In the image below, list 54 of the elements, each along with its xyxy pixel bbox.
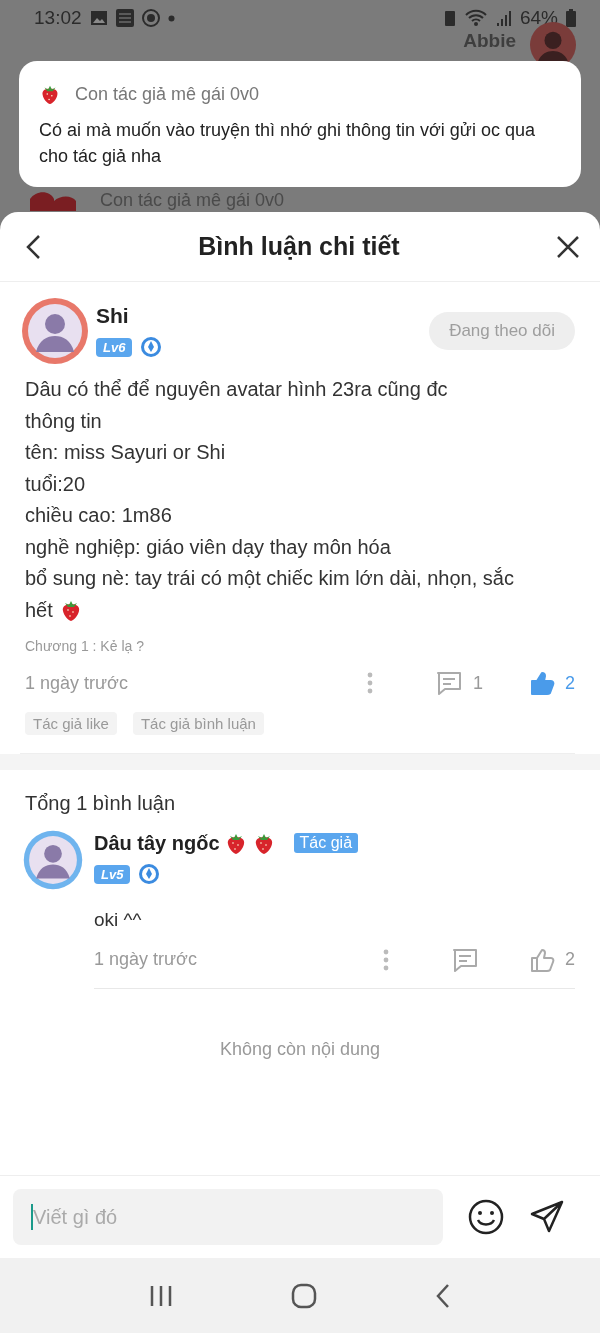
- follow-button[interactable]: Đang theo dõi: [429, 312, 575, 350]
- send-icon[interactable]: [529, 1199, 565, 1235]
- comment-text: bổ sung nè: tay trái có một chiếc kim lớn dài, nhọn, sắc: [25, 567, 514, 591]
- level-badge: Lv5: [94, 864, 131, 884]
- battery-icon: [566, 9, 576, 27]
- aperture-icon: [141, 9, 160, 27]
- close-icon[interactable]: [556, 234, 580, 259]
- author-badge: Tác giả: [293, 833, 359, 853]
- notification-message: Có ai mà muốn vào truyện thì nhớ ghi thông tin với gửi oc qua cho tác giả nha: [39, 119, 536, 168]
- battery-percent: 64%: [519, 7, 558, 29]
- comment-text: thông tin: [25, 409, 102, 433]
- timestamp: 1 ngày trước: [25, 672, 128, 694]
- gallery-icon: [89, 10, 108, 26]
- level-badge: Lv6: [96, 337, 133, 357]
- wifi-icon: [463, 9, 488, 27]
- avatar-icon: [22, 829, 84, 891]
- chapter-label: Chương 1 : Kẻ lạ ?: [25, 638, 145, 654]
- battery-saver-icon: [443, 9, 456, 27]
- comment-input[interactable]: Viết gì đó: [13, 1189, 443, 1245]
- tag: Tác giả bình luận: [132, 712, 264, 735]
- end-message: Không còn nội dung: [219, 1039, 381, 1061]
- notification-title: Con tác giả mê gái 0v0: [75, 83, 260, 105]
- user-name: Shi: [96, 304, 130, 328]
- user-name: Dâu tây ngốc: [94, 831, 220, 855]
- pen-badge-icon: [140, 336, 163, 358]
- comment-text: tuổi:20: [25, 472, 86, 496]
- comment-text: chiều cao: 1m86: [25, 504, 172, 528]
- timestamp: 1 ngày trước: [94, 949, 197, 970]
- recent-apps-icon[interactable]: [149, 1283, 173, 1308]
- comment-text: hết: [25, 598, 53, 622]
- like-button[interactable]: 2: [529, 670, 575, 696]
- clock: 13:02: [34, 7, 82, 29]
- reply-text: oki ^^: [94, 909, 143, 931]
- comment-count: Tổng 1 bình luận: [25, 792, 176, 814]
- home-icon[interactable]: [291, 1282, 317, 1309]
- comment-text: nghề nghiệp: giáo viên dạy thay môn hóa: [25, 535, 391, 559]
- signal-icon: [495, 9, 512, 27]
- like-button[interactable]: 2: [529, 946, 575, 973]
- dot-icon: [167, 14, 175, 22]
- back-nav-icon[interactable]: [435, 1282, 451, 1309]
- pen-badge-icon: [138, 863, 161, 885]
- emoji-icon[interactable]: [467, 1198, 505, 1236]
- comment-icon: [434, 670, 463, 696]
- user-name: Abbie: [463, 30, 516, 52]
- reply-button[interactable]: 1: [434, 670, 483, 696]
- tag: Tác giả like: [25, 712, 117, 735]
- comment-text: tên: miss Sayuri or Shi: [25, 441, 226, 465]
- avatar-icon: [20, 296, 90, 366]
- back-icon[interactable]: [24, 233, 42, 260]
- comment-text: Dâu có thể để nguyên avatar hình 23ra cũng đc: [25, 378, 448, 402]
- news-app-icon: [115, 9, 134, 27]
- sheet-title: Bình luận chi tiết: [198, 232, 400, 261]
- comment-icon: [451, 946, 479, 973]
- text-cursor: [31, 1204, 33, 1230]
